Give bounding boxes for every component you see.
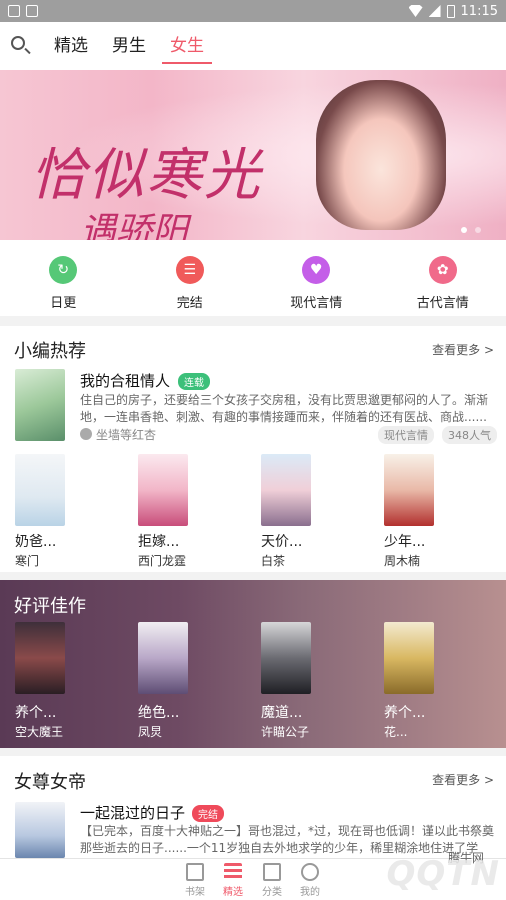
lady-icon: ✿ (428, 256, 457, 284)
view-more-link[interactable]: 查看更多 > (432, 771, 494, 788)
bottom-tab-mine[interactable]: 我的 (290, 863, 330, 898)
queen-emperor-section: 女尊女帝 查看更多 > 一起混过的日子 完结 【已完本，百度十大神贴之一】哥也混… (0, 756, 506, 858)
watermark-logo: QQTN (386, 854, 500, 894)
featured-book-title: 我的合租情人 (80, 372, 171, 390)
search-icon[interactable] (10, 35, 32, 57)
book-author: 西门龙霆 (138, 554, 187, 568)
featured-book-title: 一起混过的日子 (80, 804, 186, 822)
promo-banner[interactable]: 恰似寒光 遇骄阳 (0, 70, 506, 240)
notification-icon (8, 5, 20, 17)
category-label: 古代言情 (416, 296, 469, 311)
grid-icon (263, 863, 281, 881)
section-title: 女尊女帝 (14, 772, 86, 793)
book-cover (15, 454, 65, 526)
section-title: 小编热荐 (14, 341, 86, 362)
category-label: 现代言情 (290, 296, 343, 311)
user-icon (301, 863, 319, 881)
bottom-tab-label: 分类 (262, 887, 282, 898)
category-shortcuts: ↻ 日更 ☰ 完结 ♥ 现代言情 ✿ 古代言情 (0, 240, 506, 316)
book-cover (384, 454, 434, 526)
bottom-tab-label: 书架 (185, 887, 205, 898)
book-title: 养个... (15, 705, 57, 721)
banner-title: 恰似寒光 (30, 143, 262, 208)
category-modern-romance[interactable]: ♥ 现代言情 (253, 240, 380, 316)
book-cover (138, 454, 188, 526)
book-cover (384, 622, 434, 694)
section-title: 好评佳作 (14, 596, 86, 617)
list-icon (224, 863, 242, 881)
book-author: 凤炅 (138, 725, 163, 739)
book-author: 周木楠 (384, 554, 421, 568)
featured-book-description: 【已完本，百度十大神贴之一】哥也混过，*过，现在哥也低调！谨以此书祭奠那些逝去的… (80, 824, 495, 855)
book-title: 奶爸... (15, 534, 57, 550)
bottom-tab-category[interactable]: 分类 (252, 863, 292, 898)
book-author: 花... (384, 725, 408, 739)
good-reviews-section: 好评佳作 养个... 空大魔王 绝色... 凤炅 魔道... 许瞄公子 养个..… (0, 580, 506, 748)
category-daily[interactable]: ↻ 日更 (0, 240, 127, 316)
book-title: 天价... (261, 534, 303, 550)
featured-book-author: 坐墙等红杏 (96, 428, 157, 442)
tab-featured[interactable]: 精选 (54, 22, 88, 70)
bottom-tab-label: 精选 (223, 887, 243, 898)
battery-icon (446, 4, 455, 18)
signal-icon (428, 5, 441, 17)
tab-male[interactable]: 男生 (112, 22, 146, 70)
banner-page-dot (461, 227, 467, 233)
book-icon (186, 863, 204, 881)
notification-icons (8, 5, 38, 17)
featured-book-description: 住自己的房子，还要给三个女孩子交房租，没有比贾思邈更郁闷的人了。渐渐地，一连串香… (80, 393, 489, 424)
book-cover (138, 622, 188, 694)
category-finished[interactable]: ☰ 完结 (127, 240, 254, 316)
genre-tag: 现代言情 (378, 426, 434, 444)
book-title: 养个... (384, 705, 426, 721)
bottom-tab-featured[interactable]: 精选 (213, 863, 253, 898)
banner-subtitle: 遇骄阳 (80, 211, 189, 240)
book-title: 绝色... (138, 705, 180, 721)
bottom-tab-label: 我的 (300, 887, 320, 898)
book-author: 空大魔王 (15, 725, 64, 739)
clock: 11:15 (460, 3, 498, 19)
author-icon (80, 428, 92, 440)
book-cover (15, 622, 65, 694)
wifi-icon (408, 5, 423, 17)
book-author: 白茶 (261, 554, 286, 568)
tab-female[interactable]: 女生 (162, 22, 212, 70)
bottom-nav: 书架 精选 分类 我的 腾牛网 QQTN (0, 851, 506, 900)
banner-page-dot (475, 227, 481, 233)
top-nav: 精选 男生 女生 (0, 22, 506, 70)
status-right: 11:15 (408, 3, 498, 19)
view-more-link[interactable]: 查看更多 > (432, 341, 494, 358)
book-author: 许瞄公子 (261, 725, 310, 739)
checklist-icon: ☰ (175, 256, 204, 284)
book-title: 拒嫁... (138, 534, 180, 550)
refresh-icon: ↻ (49, 256, 78, 284)
banner-illustration (316, 80, 446, 230)
bottom-tab-bookshelf[interactable]: 书架 (175, 863, 215, 898)
notification-icon (26, 5, 38, 17)
book-title: 少年... (384, 534, 426, 550)
status-badge: 连载 (178, 373, 210, 390)
book-cover (261, 622, 311, 694)
category-label: 完结 (176, 296, 203, 311)
category-label: 日更 (50, 296, 77, 311)
status-badge: 完结 (192, 805, 224, 822)
editor-picks-section: 小编热荐 查看更多 > 我的合租情人 连载 住自己的房子，还要给三个女孩子交房租… (0, 326, 506, 572)
heart-shield-icon: ♥ (302, 256, 331, 284)
book-author: 寒门 (15, 554, 40, 568)
status-bar: 11:15 (0, 0, 506, 22)
book-title: 魔道... (261, 705, 303, 721)
popularity-tag: 348人气 (442, 426, 497, 444)
book-cover (15, 802, 65, 858)
book-cover (15, 369, 65, 441)
category-ancient-romance[interactable]: ✿ 古代言情 (380, 240, 506, 316)
book-cover (261, 454, 311, 526)
